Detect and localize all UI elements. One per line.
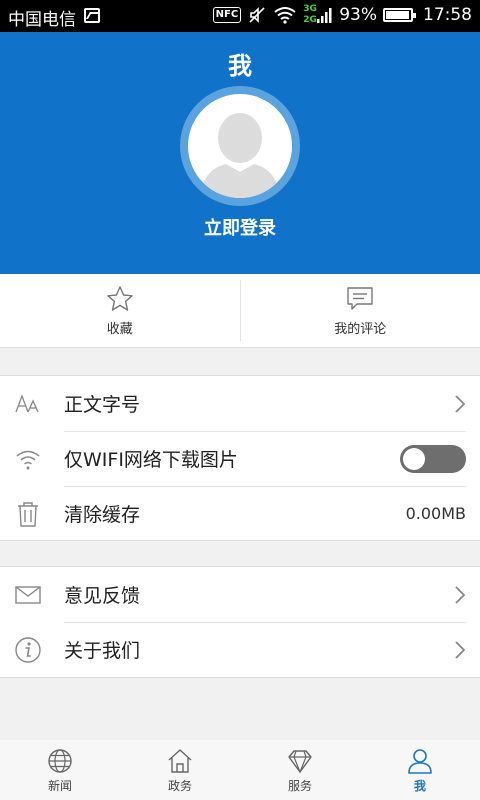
carrier-name: 中国电信 bbox=[8, 10, 76, 30]
wifi-only-images-label: 仅WIFI网络下载图片 bbox=[64, 449, 238, 471]
my-comments-label: 我的评论 bbox=[334, 322, 387, 337]
my-comments-button[interactable]: 我的评论 bbox=[241, 274, 480, 347]
default-user-icon bbox=[200, 113, 280, 198]
about-us-row[interactable]: 关于我们 bbox=[0, 622, 480, 677]
wifi-icon bbox=[16, 450, 40, 469]
signal-bars-icon bbox=[317, 8, 332, 23]
clock: 17:58 bbox=[423, 5, 472, 25]
nav-services-label: 服务 bbox=[287, 778, 312, 793]
login-button[interactable]: 立即登录 bbox=[0, 214, 480, 240]
battery-percent: 93% bbox=[339, 5, 377, 25]
nav-me-label: 我 bbox=[413, 778, 426, 793]
nfc-icon: NFC bbox=[212, 7, 242, 23]
feedback-label: 意见反馈 bbox=[64, 585, 141, 607]
font-size-row[interactable]: 正文字号 bbox=[0, 376, 480, 431]
trash-icon bbox=[18, 501, 38, 527]
chevron-right-icon bbox=[455, 640, 466, 659]
cache-size-value: 0.00MB bbox=[405, 504, 466, 523]
settings-group-about: 意见反馈 关于我们 bbox=[0, 566, 480, 678]
mute-icon bbox=[249, 7, 265, 23]
network-signal-icon: 3G 2G bbox=[303, 4, 333, 26]
nav-government[interactable]: 政务 bbox=[120, 740, 240, 800]
chevron-right-icon bbox=[455, 394, 466, 413]
page-title: 我 bbox=[228, 52, 252, 80]
wifi-only-images-row: 仅WIFI网络下载图片 bbox=[0, 431, 480, 486]
nav-news-label: 新闻 bbox=[47, 778, 72, 793]
image-notification-icon bbox=[84, 8, 100, 23]
comment-icon bbox=[347, 287, 373, 310]
favorites-label: 收藏 bbox=[106, 322, 133, 337]
profile-header: 我 立即登录 bbox=[0, 32, 480, 274]
net-3g-label: 3G bbox=[303, 4, 317, 14]
avatar[interactable] bbox=[180, 86, 300, 206]
font-size-label: 正文字号 bbox=[64, 394, 141, 416]
status-bar: 中国电信 NFC 3G 2G 93% 17:58 bbox=[0, 0, 480, 32]
user-icon bbox=[408, 748, 432, 774]
toggle-knob bbox=[403, 447, 425, 470]
settings-group-display: 正文字号 仅WIFI网络下载图片 清除缓存 0.00MB bbox=[0, 375, 480, 541]
wifi-status-icon bbox=[274, 7, 296, 24]
star-icon bbox=[107, 286, 133, 311]
status-icons: NFC 3G 2G 93% 17:58 bbox=[212, 4, 472, 26]
battery-icon bbox=[383, 8, 416, 22]
wifi-only-images-toggle[interactable] bbox=[400, 444, 466, 473]
globe-icon bbox=[48, 748, 72, 773]
about-us-label: 关于我们 bbox=[64, 640, 141, 662]
diamond-icon bbox=[288, 749, 312, 774]
feedback-row[interactable]: 意见反馈 bbox=[0, 567, 480, 622]
chevron-right-icon bbox=[455, 585, 466, 604]
nav-news[interactable]: 新闻 bbox=[0, 740, 120, 800]
house-icon bbox=[168, 748, 192, 773]
clear-cache-row[interactable]: 清除缓存 0.00MB bbox=[0, 486, 480, 541]
font-size-icon bbox=[15, 393, 39, 412]
mail-icon bbox=[15, 585, 41, 604]
clear-cache-label: 清除缓存 bbox=[64, 504, 141, 526]
bottom-nav: 新闻 政务 服务 我 bbox=[0, 740, 480, 800]
quick-actions: 收藏 我的评论 bbox=[0, 274, 480, 348]
nav-government-label: 政务 bbox=[167, 778, 192, 793]
nav-me[interactable]: 我 bbox=[360, 740, 480, 800]
avatar-placeholder bbox=[188, 94, 292, 198]
nav-services[interactable]: 服务 bbox=[240, 740, 360, 800]
favorites-button[interactable]: 收藏 bbox=[0, 274, 240, 347]
info-icon bbox=[15, 636, 41, 663]
